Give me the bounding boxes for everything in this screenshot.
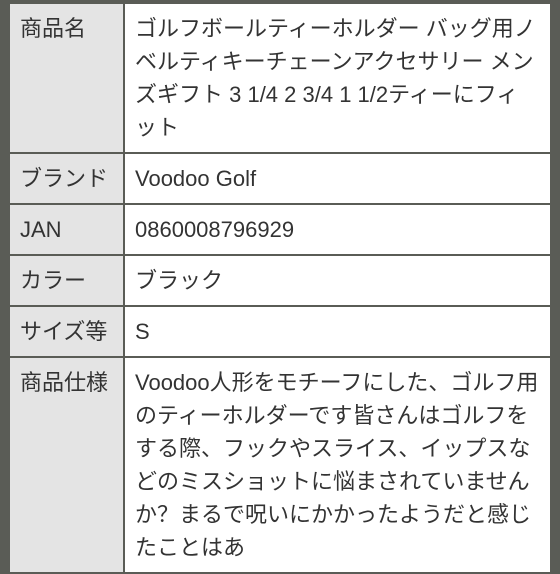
label-product-name: 商品名	[9, 3, 124, 153]
table-row: ブランド Voodoo Golf	[9, 153, 551, 204]
label-color: カラー	[9, 255, 124, 306]
label-size: サイズ等	[9, 306, 124, 357]
value-jan: 0860008796929	[124, 204, 551, 255]
table-row: 商品仕様 Voodoo人形をモチーフにした、ゴルフ用のティーホルダーです皆さんは…	[9, 357, 551, 573]
table-row: JAN 0860008796929	[9, 204, 551, 255]
value-brand: Voodoo Golf	[124, 153, 551, 204]
value-size: S	[124, 306, 551, 357]
table-row: 商品名 ゴルフボールティーホルダー バッグ用ノベルティキーチェーンアクセサリー …	[9, 3, 551, 153]
value-product-name: ゴルフボールティーホルダー バッグ用ノベルティキーチェーンアクセサリー メンズギ…	[124, 3, 551, 153]
table-row: サイズ等 S	[9, 306, 551, 357]
label-brand: ブランド	[9, 153, 124, 204]
product-details-table: 商品名 ゴルフボールティーホルダー バッグ用ノベルティキーチェーンアクセサリー …	[8, 2, 552, 574]
label-spec: 商品仕様	[9, 357, 124, 573]
table-row: カラー ブラック	[9, 255, 551, 306]
value-color: ブラック	[124, 255, 551, 306]
value-spec: Voodoo人形をモチーフにした、ゴルフ用のティーホルダーです皆さんはゴルフをす…	[124, 357, 551, 573]
label-jan: JAN	[9, 204, 124, 255]
